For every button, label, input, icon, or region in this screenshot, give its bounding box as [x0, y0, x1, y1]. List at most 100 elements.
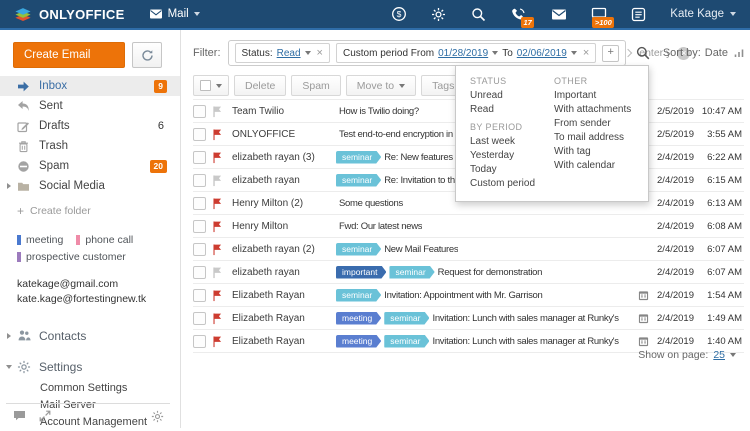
- email-checkbox[interactable]: [193, 288, 206, 302]
- flag-icon[interactable]: [212, 243, 224, 256]
- sidebar-item-spam[interactable]: Spam 20: [0, 156, 180, 176]
- refresh-button[interactable]: [132, 42, 162, 68]
- module-switcher[interactable]: Mail: [149, 8, 200, 20]
- mail-tag[interactable]: seminar: [384, 312, 429, 325]
- email-row[interactable]: elizabeth rayan (2) seminar New Mail Fea…: [193, 238, 744, 261]
- flag-icon[interactable]: [212, 312, 224, 325]
- flag-icon[interactable]: [212, 174, 224, 187]
- filter-option-with-tag[interactable]: With tag: [554, 145, 634, 159]
- mail-tag[interactable]: meeting: [336, 312, 381, 325]
- sidebar-item-inbox[interactable]: Inbox 9: [0, 76, 180, 96]
- sidebar-tag-meeting[interactable]: meeting: [17, 233, 63, 247]
- chevron-down-icon[interactable]: [6, 365, 12, 369]
- feed-icon[interactable]: [630, 6, 647, 23]
- sort-direction-icon[interactable]: [734, 48, 744, 58]
- gear-icon[interactable]: [151, 410, 164, 423]
- email-row[interactable]: Elizabeth Rayan meeting seminar Invitatio…: [193, 307, 744, 330]
- user-menu[interactable]: Kate Kage: [670, 8, 736, 20]
- email-checkbox[interactable]: [193, 173, 206, 187]
- sidebar-item-contacts[interactable]: Contacts: [0, 328, 180, 344]
- delete-button[interactable]: Delete: [234, 75, 287, 96]
- filter-option-with-attachments[interactable]: With attachments: [554, 103, 634, 117]
- email-row[interactable]: elizabeth rayan important seminar Request…: [193, 261, 744, 284]
- mail-tag[interactable]: seminar: [336, 243, 381, 256]
- sidebar-tag-phone-call[interactable]: phone call: [76, 233, 133, 247]
- email-checkbox[interactable]: [193, 265, 206, 279]
- email-checkbox[interactable]: [193, 311, 206, 325]
- mail-icon[interactable]: [550, 6, 567, 23]
- remove-filter-icon[interactable]: ×: [317, 47, 323, 59]
- period-to-link[interactable]: 02/06/2019: [517, 48, 567, 59]
- chat-icon[interactable]: [13, 410, 26, 423]
- period-filter-chip[interactable]: Custom period From 01/28/2019 To 02/06/2…: [335, 43, 597, 63]
- payments-icon[interactable]: $: [390, 6, 407, 23]
- filter-option-last-week[interactable]: Last week: [470, 135, 538, 149]
- page-size-select[interactable]: 25: [713, 349, 725, 361]
- flag-icon[interactable]: [212, 220, 224, 233]
- status-value-link[interactable]: Read: [277, 48, 301, 59]
- flag-icon[interactable]: [212, 151, 224, 164]
- sidebar-item-social-media[interactable]: Social Media: [0, 176, 180, 196]
- move-to-button[interactable]: Move to: [345, 75, 417, 96]
- email-checkbox[interactable]: [193, 127, 206, 141]
- email-row[interactable]: Henry Milton Fwd: Our latest news 2/4/20…: [193, 215, 744, 238]
- select-all-button[interactable]: [193, 75, 229, 96]
- period-from-link[interactable]: 01/28/2019: [438, 48, 488, 59]
- flag-icon[interactable]: [212, 105, 224, 118]
- sidebar-item-drafts[interactable]: Drafts 6: [0, 116, 180, 136]
- search-icon[interactable]: [636, 46, 650, 60]
- chevron-right-icon[interactable]: [7, 183, 11, 189]
- sort-value[interactable]: Date: [705, 47, 728, 59]
- email-checkbox[interactable]: [193, 104, 206, 118]
- chevron-right-icon[interactable]: [7, 333, 11, 339]
- gear-icon[interactable]: [430, 6, 447, 23]
- filter-option-important[interactable]: Important: [554, 89, 634, 103]
- filter-option-with-calendar[interactable]: With calendar: [554, 159, 634, 173]
- filter-option-to-mail-address[interactable]: To mail address: [554, 131, 634, 145]
- filter-option-unread[interactable]: Unread: [470, 89, 538, 103]
- sort-control[interactable]: Sort by: Date: [663, 47, 744, 59]
- flag-icon[interactable]: [212, 197, 224, 210]
- filter-box[interactable]: Status: Read × Custom period From 01/28/…: [227, 40, 691, 66]
- mail-tag[interactable]: seminar: [389, 266, 434, 279]
- create-folder-button[interactable]: + Create folder: [17, 203, 180, 219]
- sidebar-item-common-settings[interactable]: Common Settings: [40, 380, 180, 397]
- email-checkbox[interactable]: [193, 242, 206, 256]
- mail-tag[interactable]: seminar: [336, 174, 381, 187]
- account-address[interactable]: katekage@gmail.com: [17, 277, 180, 292]
- flag-icon[interactable]: [212, 289, 224, 302]
- talk-icon[interactable]: 17: [510, 6, 535, 28]
- filter-option-read[interactable]: Read: [470, 103, 538, 117]
- email-checkbox[interactable]: [193, 334, 206, 348]
- filter-option-today[interactable]: Today: [470, 163, 538, 177]
- sidebar-item-settings[interactable]: Settings: [0, 359, 180, 375]
- email-checkbox[interactable]: [193, 150, 206, 164]
- filter-option-custom-period[interactable]: Custom period: [470, 177, 538, 191]
- mail-tag[interactable]: seminar: [336, 289, 381, 302]
- mail-tag[interactable]: seminar: [336, 151, 381, 164]
- account-address[interactable]: kate.kage@fortestingnew.tk: [17, 292, 180, 307]
- search-icon[interactable]: [470, 6, 487, 23]
- add-filter-button[interactable]: +: [602, 44, 620, 62]
- filter-option-yesterday[interactable]: Yesterday: [470, 149, 538, 163]
- filter-option-from-sender[interactable]: From sender: [554, 117, 634, 131]
- spam-button[interactable]: Spam: [291, 75, 341, 96]
- sidebar-item-trash[interactable]: Trash: [0, 136, 180, 156]
- email-row[interactable]: Elizabeth Rayan seminar Invitation: Appo…: [193, 284, 744, 307]
- mail-tag[interactable]: important: [336, 266, 386, 279]
- monitor-icon[interactable]: >100: [590, 6, 615, 28]
- mail-tag[interactable]: meeting: [336, 335, 381, 348]
- remove-filter-icon[interactable]: ×: [583, 47, 589, 59]
- mail-tag[interactable]: seminar: [384, 335, 429, 348]
- email-checkbox[interactable]: [193, 219, 206, 233]
- brand-home[interactable]: ONLYOFFICE: [13, 5, 125, 24]
- create-email-button[interactable]: Create Email: [13, 42, 125, 68]
- expand-icon[interactable]: [39, 410, 52, 423]
- sidebar-tag-prospective-customer[interactable]: prospective customer: [17, 250, 126, 264]
- status-filter-chip[interactable]: Status: Read ×: [234, 43, 330, 63]
- flag-icon[interactable]: [212, 266, 224, 279]
- flag-icon[interactable]: [212, 335, 224, 348]
- flag-icon[interactable]: [212, 128, 224, 141]
- sidebar-item-sent[interactable]: Sent: [0, 96, 180, 116]
- email-checkbox[interactable]: [193, 196, 206, 210]
